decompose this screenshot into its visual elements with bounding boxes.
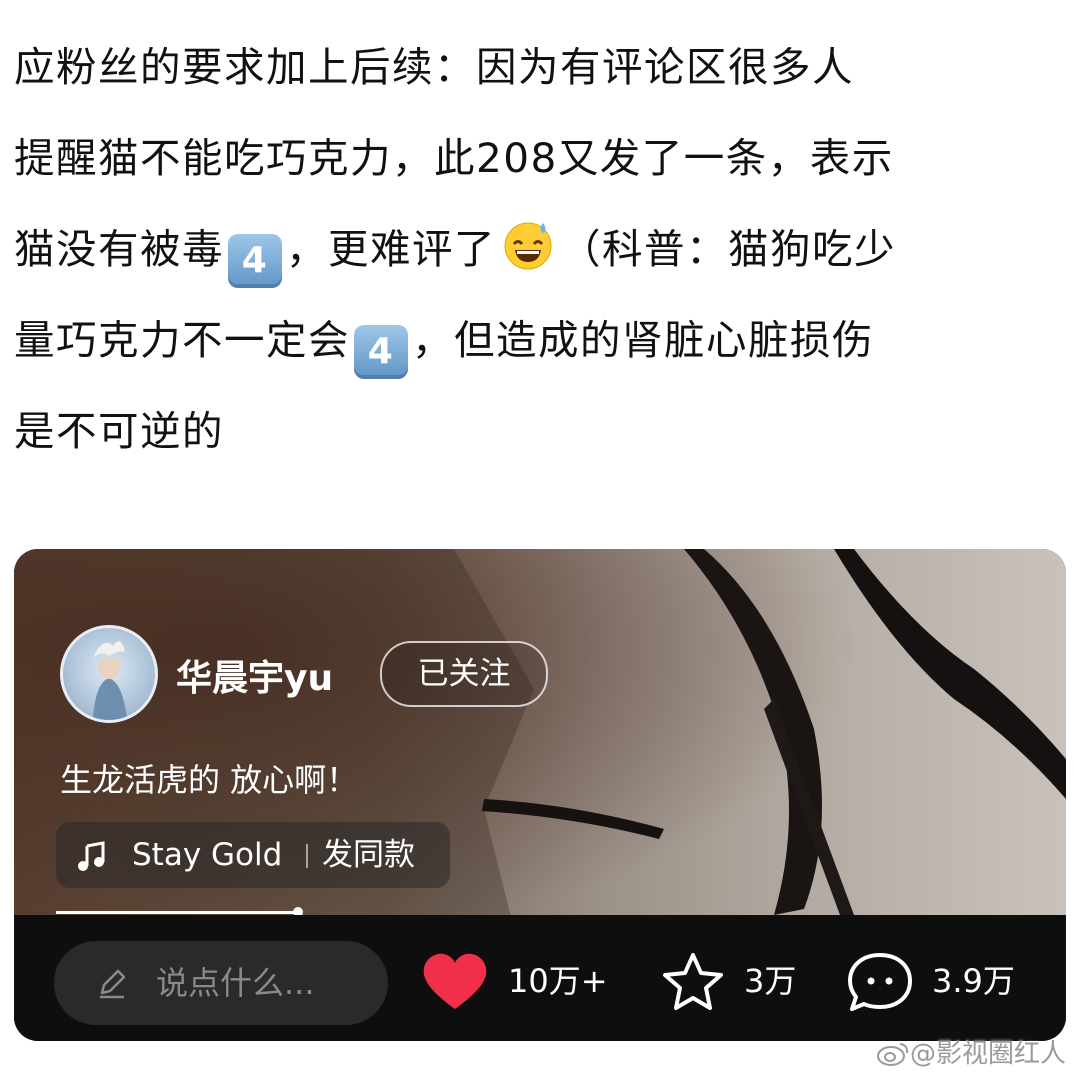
post-line-4-a: 量巧克力不一定会: [14, 316, 350, 364]
comment-placeholder: 说点什么...: [156, 964, 315, 1002]
like-button[interactable]: 10万+: [420, 945, 630, 1017]
star-icon: [663, 953, 723, 1010]
action-bar: 说点什么... 10万+ 3万 3.9万: [14, 915, 1066, 1041]
watermark: @影视圈红人: [876, 1033, 1066, 1070]
chat-bubble-icon: [848, 953, 912, 1011]
comment-count: 3.9万: [932, 962, 1015, 1000]
heart-icon: [423, 953, 487, 1009]
video-caption: 生龙活虎的 放心啊！: [60, 761, 359, 799]
music-note-icon: [78, 841, 105, 871]
keycap-4-icon: 4: [228, 234, 282, 288]
post-line-3-b: ，更难评了: [286, 225, 496, 273]
favorite-count: 3万: [744, 962, 797, 1000]
keycap-4-icon: 4: [354, 325, 408, 379]
video-card[interactable]: 华晨宇yu 已关注 生龙活虎的 放心啊！ Stay Gold 发同款 说点什么.…: [14, 549, 1066, 1041]
divider: [306, 844, 308, 868]
post-line-3-c: （科普：猫狗吃少: [560, 225, 896, 273]
avatar-image: [93, 641, 127, 720]
comment-button[interactable]: 3.9万: [846, 945, 1036, 1017]
song-title[interactable]: Stay Gold: [132, 822, 282, 888]
post-text: 应粉丝的要求加上后续：因为有评论区很多人 提醒猫不能吃巧克力，此208又发了一条…: [14, 22, 1066, 477]
pencil-icon: [100, 969, 126, 999]
favorite-button[interactable]: 3万: [660, 945, 810, 1017]
post-line-5: 是不可逆的: [14, 407, 224, 455]
post-line-4-b: ，但造成的肾脏心脏损伤: [412, 316, 874, 364]
weibo-logo-icon: [876, 1043, 909, 1066]
post-line-1: 应粉丝的要求加上后续：因为有评论区很多人: [14, 43, 854, 91]
comment-input[interactable]: 说点什么...: [54, 941, 388, 1025]
post-line-4: 量巧克力不一定会 4 ，但造成的肾脏心脏损伤: [14, 295, 1066, 386]
follow-button[interactable]: 已关注: [380, 641, 548, 707]
music-chip[interactable]: Stay Gold 发同款: [56, 822, 450, 888]
like-count: 10万+: [508, 962, 608, 1000]
watermark-text: @影视圈红人: [909, 1039, 1066, 1069]
post-line-2: 提醒猫不能吃巧克力，此208又发了一条，表示: [14, 134, 894, 182]
post-line-3-a: 猫没有被毒: [14, 225, 224, 273]
use-same-music-button[interactable]: 发同款: [322, 822, 415, 888]
grinning-sweat-emoji-icon: [504, 222, 552, 270]
username[interactable]: 华晨宇yu: [176, 649, 333, 701]
post-line-3: 猫没有被毒 4 ，更难评了 （科普：猫狗吃少: [14, 204, 1066, 295]
avatar[interactable]: [60, 625, 158, 723]
progress-bar[interactable]: [56, 911, 298, 914]
